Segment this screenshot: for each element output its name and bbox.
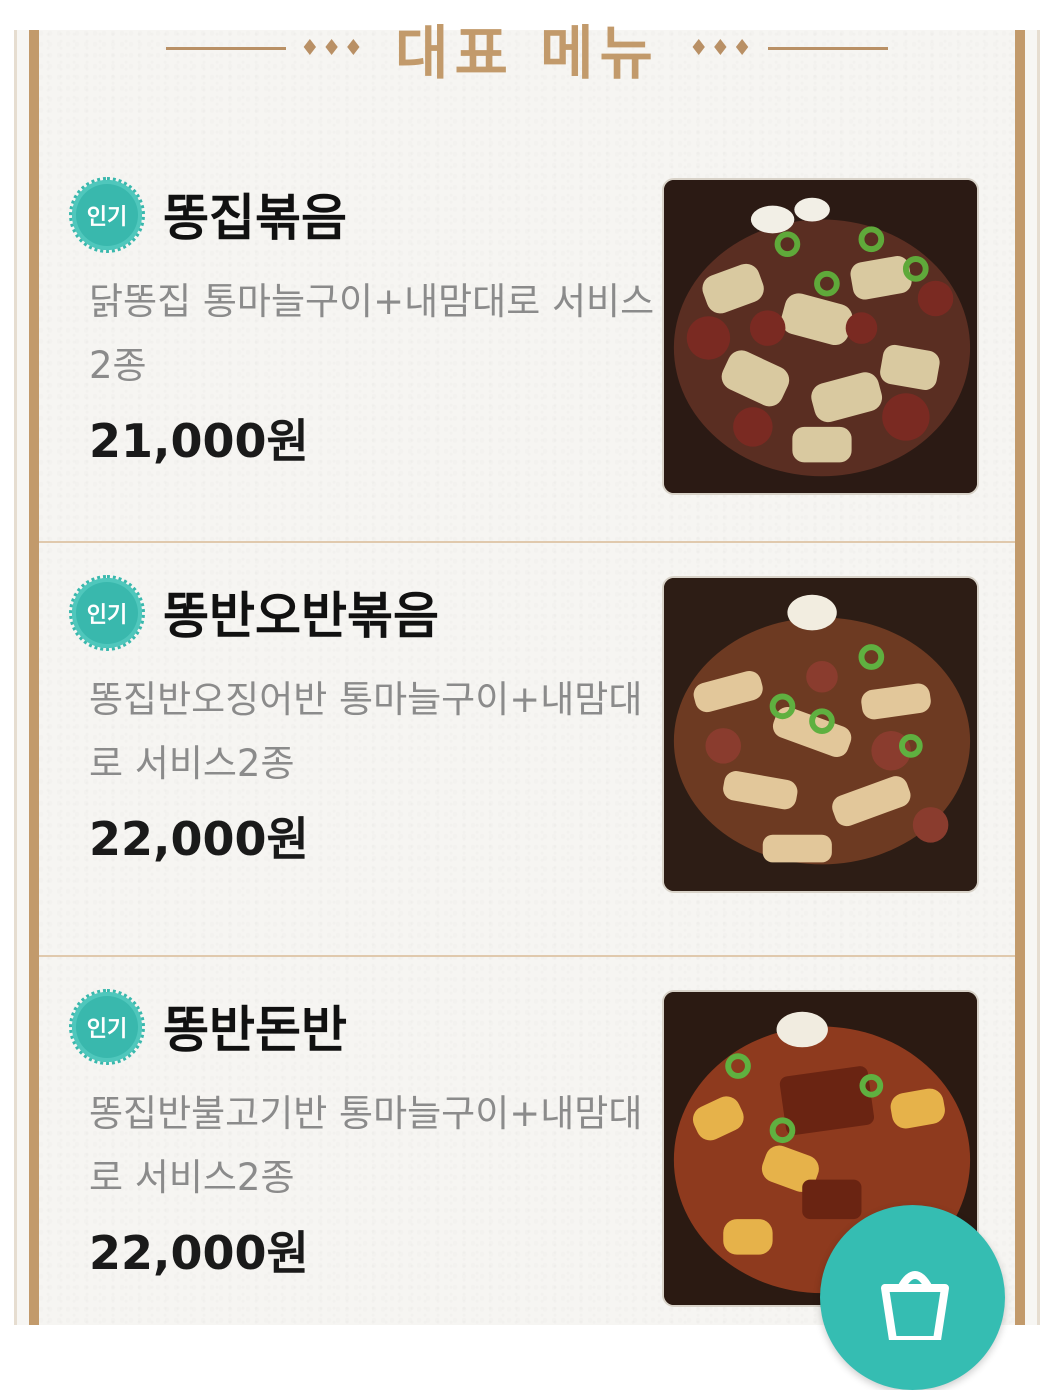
popular-badge: 인기: [69, 575, 145, 651]
menu-item-name[interactable]: 똥반오반볶음: [163, 576, 439, 648]
header-divider-right: [767, 46, 888, 50]
menu-item-description: 똥집반오징어반 통마늘구이+내맘대로 서비스2종: [89, 678, 643, 785]
menu-item-description: 닭똥집 통마늘구이+내맘대로 서비스2종: [89, 280, 655, 387]
popular-badge: 인기: [69, 177, 145, 253]
shopping-bag-icon: [881, 1271, 949, 1340]
menu-item-name[interactable]: 똥집볶음: [163, 178, 347, 250]
menu-item[interactable]: 인기 똥반오반볶음 똥집반오징어반 통마늘구이+내맘대로 서비스2종 22,00…: [39, 543, 1015, 957]
food-photo-image: [664, 578, 977, 891]
section-title: 대표 메뉴: [395, 19, 659, 87]
diamond-ornament-left-icon: ♦♦♦: [300, 35, 366, 61]
menu-list: 인기 똥집볶음 닭똥집 통마늘구이+내맘대로 서비스2종 21,000원 인기 …: [39, 145, 1015, 1371]
page-frame: ♦♦♦ 대표 메뉴 ♦♦♦ 인기 똥집볶음 닭똥집 통마늘구이+내맘대로 서비스…: [14, 19, 1040, 1325]
menu-item[interactable]: 인기 똥집볶음 닭똥집 통마늘구이+내맘대로 서비스2종 21,000원: [39, 145, 1015, 543]
menu-item-name[interactable]: 똥반돈반: [163, 990, 347, 1062]
header-divider-left: [166, 46, 286, 50]
cart-button[interactable]: [820, 1205, 1005, 1390]
food-photo-image: [664, 180, 977, 493]
menu-board: ♦♦♦ 대표 메뉴 ♦♦♦ 인기 똥집볶음 닭똥집 통마늘구이+내맘대로 서비스…: [29, 19, 1025, 1325]
diamond-ornament-right-icon: ♦♦♦: [688, 35, 754, 61]
menu-item-photo[interactable]: [662, 576, 979, 893]
menu-item-photo[interactable]: [662, 178, 979, 495]
menu-item-price: 22,000원: [89, 812, 309, 866]
menu-item-description: 똥집반불고기반 통마늘구이+내맘대로 서비스2종: [89, 1092, 643, 1199]
popular-badge: 인기: [69, 989, 145, 1065]
menu-item-price: 22,000원: [89, 1226, 309, 1280]
menu-item-price: 21,000원: [89, 414, 309, 468]
section-header: ♦♦♦ 대표 메뉴 ♦♦♦: [39, 8, 1015, 88]
